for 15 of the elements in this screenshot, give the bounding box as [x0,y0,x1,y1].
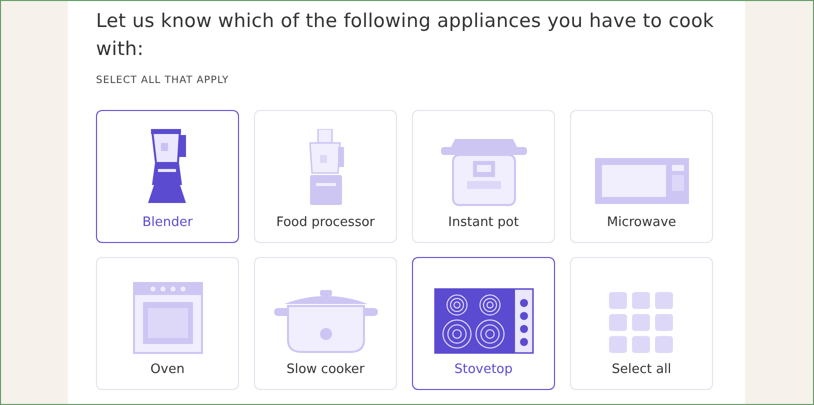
appliance-option[interactable]: Oven [96,257,239,390]
appliance-option[interactable]: Food processor [254,110,397,243]
microwave-icon [594,157,690,207]
appliance-option[interactable]: Select all [570,257,713,390]
appliance-option[interactable]: Instant pot [412,110,555,243]
grid-icon [608,292,674,354]
appliance-option[interactable]: Slow cooker [254,257,397,390]
oven-icon [132,282,202,354]
stovetop-icon [434,288,534,354]
appliance-option[interactable]: Blender [96,110,239,243]
question-heading: Let us know which of the following appliances you have to cook with: [96,9,715,62]
slow-cooker-icon [274,290,378,354]
instruction-text: SELECT ALL THAT APPLY [96,75,230,86]
appliance-option[interactable]: Stovetop [412,257,555,390]
appliance-option[interactable]: Microwave [570,110,713,243]
